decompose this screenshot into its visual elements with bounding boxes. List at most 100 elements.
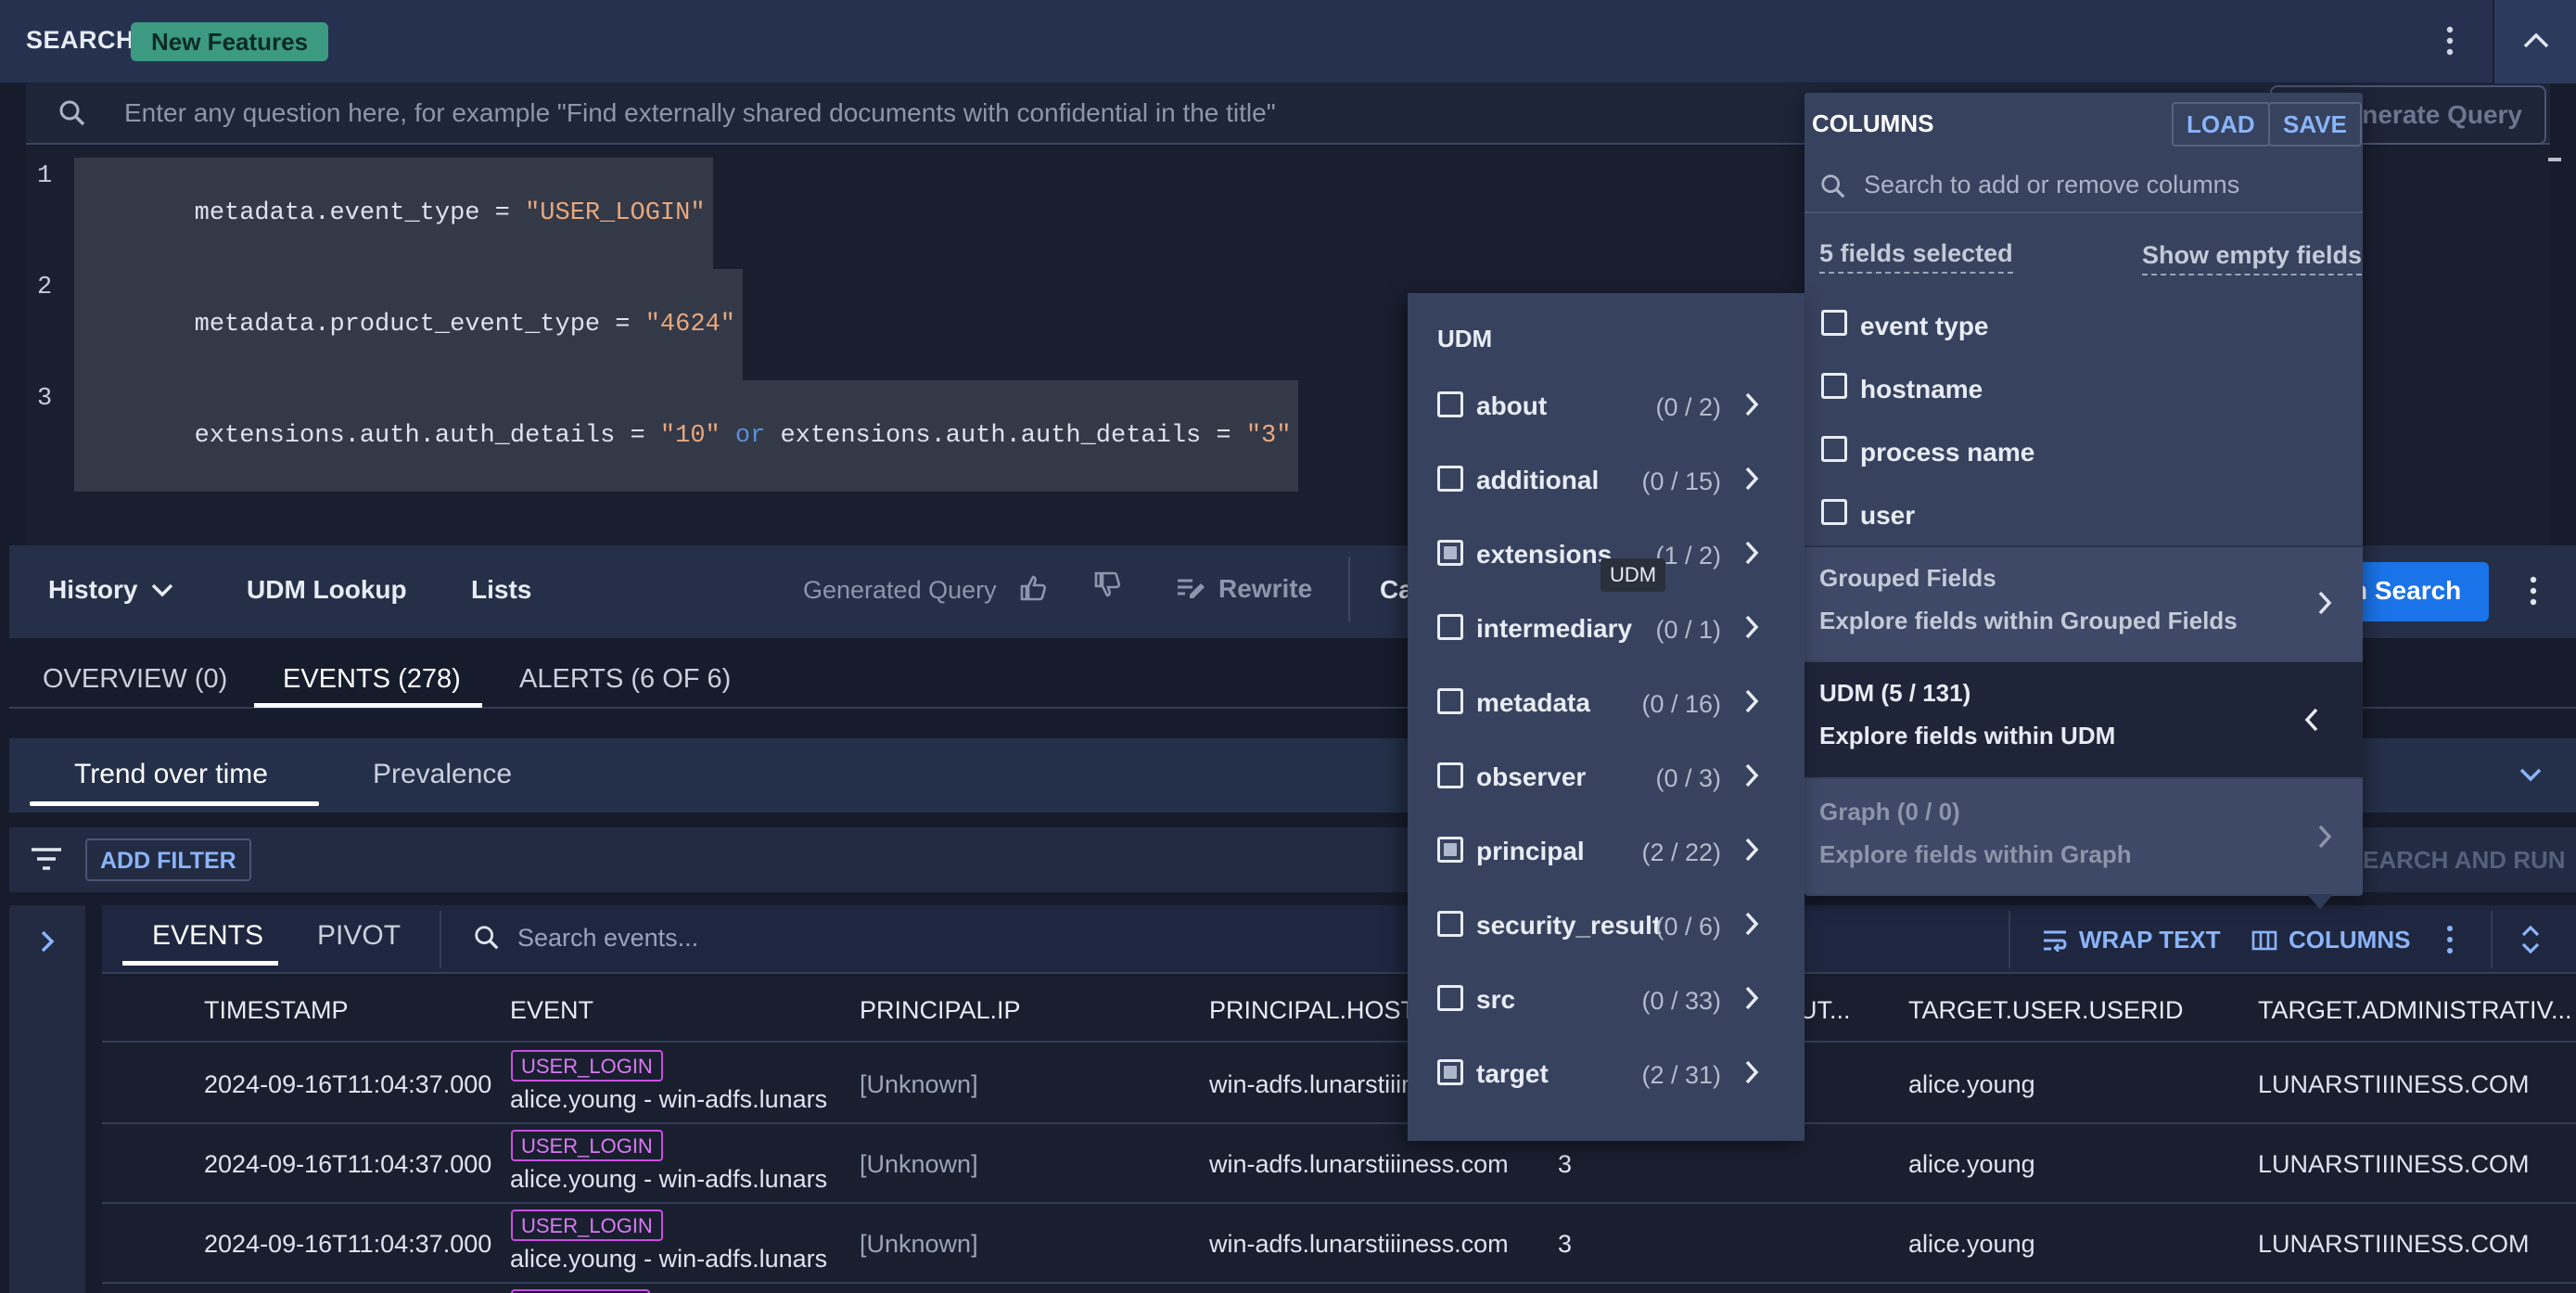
expand-chevron-icon[interactable] bbox=[2519, 766, 2543, 783]
grouped-fields-section[interactable] bbox=[1804, 545, 2363, 660]
event-type-badge bbox=[511, 1289, 650, 1293]
add-filter-button[interactable]: ADD FILTER bbox=[85, 839, 251, 881]
udm-item-checkbox[interactable] bbox=[1437, 391, 1463, 417]
udm-item-target[interactable]: target (2 / 31) bbox=[1408, 1056, 1804, 1130]
fields-selected-link[interactable]: 5 fields selected bbox=[1819, 239, 2013, 274]
udm-item-count: (2 / 22) bbox=[1641, 839, 1721, 866]
nl-search-input[interactable]: Enter any question here, for example "Fi… bbox=[124, 98, 1276, 128]
udm-item-checkbox[interactable] bbox=[1437, 985, 1463, 1011]
udm-item-checkbox[interactable] bbox=[1437, 540, 1463, 566]
events-tab-events[interactable]: EVENTS bbox=[152, 920, 263, 952]
search-icon bbox=[473, 924, 501, 952]
udm-lookup-button[interactable]: UDM Lookup bbox=[247, 575, 407, 605]
udm-item-checkbox[interactable] bbox=[1437, 688, 1463, 714]
column-header-truncated[interactable]: UT... bbox=[1799, 996, 1851, 1025]
rewrite-button[interactable]: Rewrite bbox=[1176, 574, 1312, 604]
field-checkbox[interactable] bbox=[1821, 499, 1847, 525]
udm-item-checkbox[interactable] bbox=[1437, 911, 1463, 937]
field-checkbox[interactable] bbox=[1821, 436, 1847, 462]
udm-item-checkbox[interactable] bbox=[1437, 466, 1463, 492]
editor-line-2: 2 metadata.product_event_type = "4624" bbox=[37, 269, 1298, 380]
chevron-right-icon[interactable] bbox=[1743, 985, 1760, 1011]
code-token: = bbox=[615, 422, 660, 450]
thumbs-up-icon[interactable] bbox=[1018, 573, 1048, 603]
unfold-icon[interactable] bbox=[2520, 924, 2541, 955]
tab-overview[interactable]: OVERVIEW (0) bbox=[43, 664, 227, 695]
chevron-right-icon[interactable] bbox=[1743, 466, 1760, 492]
column-header-target-administrative[interactable]: TARGET.ADMINISTRATIV... bbox=[2258, 996, 2572, 1025]
udm-item-checkbox[interactable] bbox=[1437, 614, 1463, 640]
udm-tooltip: UDM bbox=[1600, 558, 1666, 592]
chevron-right-icon[interactable] bbox=[1743, 614, 1760, 640]
code-token: extensions.auth.auth_details bbox=[194, 422, 616, 450]
udm-item-additional[interactable]: additional (0 / 15) bbox=[1408, 462, 1804, 536]
new-features-badge[interactable]: New Features bbox=[131, 22, 329, 61]
wrap-text-button[interactable]: WRAP TEXT bbox=[2042, 926, 2221, 954]
load-button[interactable]: LOAD bbox=[2172, 102, 2270, 147]
row-principal-ip: [Unknown] bbox=[860, 1150, 978, 1178]
column-header-principal-hostname[interactable]: PRINCIPAL.HOSTN bbox=[1209, 996, 1435, 1025]
field-checkbox[interactable] bbox=[1821, 373, 1847, 399]
code-token: "3" bbox=[1245, 422, 1292, 450]
chevron-right-icon[interactable] bbox=[1743, 688, 1760, 714]
udm-item-observer[interactable]: observer (0 / 3) bbox=[1408, 759, 1804, 833]
chevron-right-icon[interactable] bbox=[1743, 540, 1760, 566]
more-vert-icon[interactable] bbox=[2439, 22, 2461, 59]
row-principal-ip: [Unknown] bbox=[860, 1230, 978, 1258]
events-tab-indicator bbox=[122, 961, 278, 966]
row-userid: alice.young bbox=[1908, 1150, 2035, 1178]
chevron-right-icon[interactable] bbox=[1743, 911, 1760, 937]
history-dropdown[interactable]: History bbox=[48, 575, 174, 605]
collapse-panel-button[interactable] bbox=[2493, 0, 2576, 83]
udm-item-checkbox[interactable] bbox=[1437, 837, 1463, 863]
editor-scrollbar[interactable] bbox=[2548, 158, 2561, 161]
code-token: metadata.event_type bbox=[194, 199, 480, 227]
chevron-right-icon[interactable] bbox=[1743, 391, 1760, 417]
more-vert-icon[interactable] bbox=[2439, 922, 2461, 957]
udm-item-count: (2 / 31) bbox=[1641, 1061, 1721, 1089]
rewrite-label: Rewrite bbox=[1218, 574, 1313, 603]
udm-item-checkbox[interactable] bbox=[1437, 1059, 1463, 1085]
search-and-run-button[interactable]: EARCH AND RUN bbox=[2363, 846, 2566, 875]
udm-item-principal[interactable]: principal (2 / 22) bbox=[1408, 833, 1804, 907]
chevron-right-icon[interactable] bbox=[39, 929, 56, 954]
chevron-right-icon[interactable] bbox=[1743, 837, 1760, 863]
udm-item-count: (0 / 1) bbox=[1655, 616, 1721, 644]
column-header-event[interactable]: EVENT bbox=[510, 996, 593, 1025]
graph-section[interactable] bbox=[1804, 779, 2363, 894]
chevron-right-icon[interactable] bbox=[1743, 1059, 1760, 1085]
udm-item-checkbox[interactable] bbox=[1437, 762, 1463, 788]
tab-alerts[interactable]: ALERTS (6 OF 6) bbox=[519, 664, 731, 695]
save-button[interactable]: SAVE bbox=[2268, 102, 2362, 147]
udm-item-about[interactable]: about (0 / 2) bbox=[1408, 388, 1804, 462]
view-column-icon bbox=[2251, 929, 2277, 952]
show-empty-fields-link[interactable]: Show empty fields bbox=[2142, 241, 2363, 275]
udm-item-security-result[interactable]: security_result (0 / 6) bbox=[1408, 907, 1804, 981]
thumbs-down-icon[interactable] bbox=[1092, 570, 1122, 599]
history-label: History bbox=[48, 575, 138, 604]
filter-list-icon[interactable] bbox=[30, 846, 63, 872]
column-header-principal-ip[interactable]: PRINCIPAL.IP bbox=[860, 996, 1021, 1025]
tab-events[interactable]: EVENTS (278) bbox=[283, 664, 461, 695]
tab-prevalence[interactable]: Prevalence bbox=[373, 759, 512, 790]
columns-search-input[interactable]: Search to add or remove columns bbox=[1864, 171, 2239, 199]
udm-item-count: (1 / 2) bbox=[1655, 542, 1721, 570]
more-vert-icon[interactable] bbox=[2522, 573, 2544, 608]
code-token: "4624" bbox=[644, 311, 735, 339]
row-timestamp: 2024-09-16T11:04:37.000 bbox=[204, 1070, 492, 1098]
field-checkbox[interactable] bbox=[1821, 310, 1847, 336]
udm-item-intermediary[interactable]: intermediary (0 / 1) bbox=[1408, 610, 1804, 685]
column-header-target-user-userid[interactable]: TARGET.USER.USERID bbox=[1908, 996, 2184, 1025]
events-search-input[interactable]: Search events... bbox=[517, 924, 698, 953]
udm-flyout-title: UDM bbox=[1437, 325, 1493, 352]
lists-button[interactable]: Lists bbox=[471, 575, 531, 605]
udm-item-metadata[interactable]: metadata (0 / 16) bbox=[1408, 685, 1804, 759]
events-tab-pivot[interactable]: PIVOT bbox=[317, 920, 401, 952]
columns-button[interactable]: COLUMNS bbox=[2251, 926, 2410, 954]
chevron-right-icon[interactable] bbox=[1743, 762, 1760, 788]
column-header-timestamp[interactable]: TIMESTAMP bbox=[204, 996, 349, 1025]
udm-item-src[interactable]: src (0 / 33) bbox=[1408, 981, 1804, 1056]
run-search-button[interactable]: n Search bbox=[2352, 562, 2489, 621]
tab-trend-over-time[interactable]: Trend over time bbox=[74, 759, 268, 790]
columns-popover-title: COLUMNS bbox=[1812, 109, 1934, 137]
